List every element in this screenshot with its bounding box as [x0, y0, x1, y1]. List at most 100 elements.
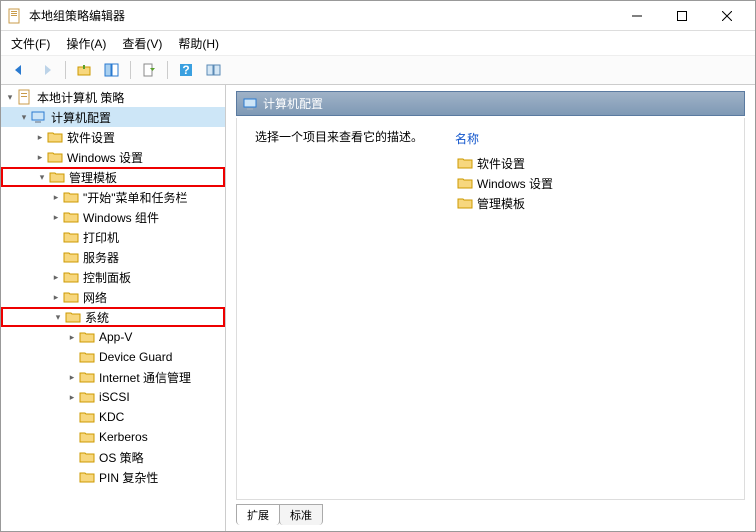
- tree-software-settings[interactable]: ▸ 软件设置: [1, 127, 225, 147]
- folder-icon: [79, 369, 95, 385]
- menu-action[interactable]: 操作(A): [58, 33, 114, 54]
- folder-icon: [49, 169, 65, 185]
- tree-kerberos[interactable]: Kerberos: [1, 427, 225, 447]
- tree-internet-comm[interactable]: ▸ Internet 通信管理: [1, 367, 225, 387]
- folder-icon: [79, 429, 95, 445]
- tree-windows-components[interactable]: ▸ Windows 组件: [1, 207, 225, 227]
- menu-file[interactable]: 文件(F): [3, 33, 58, 54]
- maximize-button[interactable]: [659, 1, 704, 31]
- tree-appv[interactable]: ▸ App-V: [1, 327, 225, 347]
- chevron-right-icon[interactable]: ▸: [65, 390, 79, 404]
- tree-label: PIN 复杂性: [99, 469, 158, 486]
- menu-view[interactable]: 查看(V): [114, 33, 170, 54]
- list-item-label: 软件设置: [477, 155, 525, 172]
- toolbar-separator: [130, 61, 131, 79]
- list-item[interactable]: 软件设置: [455, 153, 726, 173]
- chevron-right-icon[interactable]: ▸: [65, 370, 79, 384]
- chevron-right-icon[interactable]: ▸: [49, 210, 63, 224]
- toolbar-separator: [167, 61, 168, 79]
- tree-label: 服务器: [83, 249, 119, 266]
- list-item[interactable]: 管理模板: [455, 193, 726, 213]
- chevron-down-icon[interactable]: ▾: [3, 90, 17, 104]
- forward-button[interactable]: [35, 58, 59, 82]
- help-button[interactable]: ?: [174, 58, 198, 82]
- folder-icon: [63, 229, 79, 245]
- folder-icon: [79, 389, 95, 405]
- folder-icon: [63, 209, 79, 225]
- tree-printers[interactable]: 打印机: [1, 227, 225, 247]
- tree-pane[interactable]: ▾ 本地计算机 策略 ▾ 计算机配置 ▸ 软件设置: [1, 85, 226, 531]
- chevron-down-icon[interactable]: ▾: [51, 310, 65, 324]
- column-name[interactable]: 名称: [455, 128, 726, 153]
- chevron-right-icon[interactable]: ▸: [33, 150, 47, 164]
- tree-servers[interactable]: 服务器: [1, 247, 225, 267]
- tree-iscsi[interactable]: ▸ iSCSI: [1, 387, 225, 407]
- computer-icon: [243, 96, 259, 112]
- chevron-right-icon[interactable]: ▸: [49, 270, 63, 284]
- minimize-button[interactable]: [614, 1, 659, 31]
- expander-none: [65, 450, 79, 464]
- chevron-down-icon[interactable]: ▾: [35, 170, 49, 184]
- expander-none: [65, 470, 79, 484]
- tree-label: iSCSI: [99, 390, 130, 404]
- tree-system[interactable]: ▾ 系统: [1, 307, 225, 327]
- tree-label: Device Guard: [99, 350, 172, 364]
- tree-start-taskbar[interactable]: ▸ "开始"菜单和任务栏: [1, 187, 225, 207]
- tree-label: 打印机: [83, 229, 119, 246]
- up-button[interactable]: [72, 58, 96, 82]
- folder-icon: [47, 129, 63, 145]
- close-button[interactable]: [704, 1, 749, 31]
- tree-label: Internet 通信管理: [99, 369, 191, 386]
- computer-icon: [31, 109, 47, 125]
- tree-label: 控制面板: [83, 269, 131, 286]
- folder-icon: [79, 329, 95, 345]
- content-path-text: 计算机配置: [263, 95, 323, 112]
- folder-icon: [63, 189, 79, 205]
- folder-icon: [457, 175, 473, 191]
- tree-os-policy[interactable]: OS 策略: [1, 447, 225, 467]
- folder-icon: [79, 349, 95, 365]
- tree-kdc[interactable]: KDC: [1, 407, 225, 427]
- export-button[interactable]: [137, 58, 161, 82]
- folder-icon: [63, 249, 79, 265]
- tree-label: KDC: [99, 410, 124, 424]
- tree-label: Windows 设置: [67, 149, 143, 166]
- tree-label: 软件设置: [67, 129, 115, 146]
- expander-none: [65, 350, 79, 364]
- folder-icon: [79, 449, 95, 465]
- content-path-header: 计算机配置: [236, 91, 745, 116]
- expander-none: [49, 230, 63, 244]
- tree-admin-templates[interactable]: ▾ 管理模板: [1, 167, 225, 187]
- tree-pin-complexity[interactable]: PIN 复杂性: [1, 467, 225, 487]
- chevron-down-icon[interactable]: ▾: [17, 110, 31, 124]
- tree-label: 网络: [83, 289, 107, 306]
- tree-root[interactable]: ▾ 本地计算机 策略: [1, 87, 225, 107]
- tree-network[interactable]: ▸ 网络: [1, 287, 225, 307]
- expander-none: [65, 430, 79, 444]
- chevron-right-icon[interactable]: ▸: [33, 130, 47, 144]
- filter-button[interactable]: [202, 58, 226, 82]
- chevron-right-icon[interactable]: ▸: [65, 330, 79, 344]
- tree-label: Kerberos: [99, 430, 148, 444]
- show-hide-button[interactable]: [100, 58, 124, 82]
- folder-icon: [457, 195, 473, 211]
- tree-control-panel[interactable]: ▸ 控制面板: [1, 267, 225, 287]
- content-pane: 计算机配置 选择一个项目来查看它的描述。 名称 软件设置 Windows 设置 …: [226, 85, 755, 531]
- tree-label: App-V: [99, 330, 132, 344]
- chevron-right-icon[interactable]: ▸: [49, 290, 63, 304]
- tree-device-guard[interactable]: Device Guard: [1, 347, 225, 367]
- tab-standard[interactable]: 标准: [279, 504, 323, 525]
- folder-icon: [457, 155, 473, 171]
- title-bar: 本地组策略编辑器: [1, 1, 755, 31]
- toolbar-separator: [65, 61, 66, 79]
- tree-computer-config[interactable]: ▾ 计算机配置: [1, 107, 225, 127]
- document-icon: [17, 89, 33, 105]
- tree-windows-settings[interactable]: ▸ Windows 设置: [1, 147, 225, 167]
- list-item[interactable]: Windows 设置: [455, 173, 726, 193]
- back-button[interactable]: [7, 58, 31, 82]
- chevron-right-icon[interactable]: ▸: [49, 190, 63, 204]
- tab-extended[interactable]: 扩展: [236, 504, 280, 525]
- folder-icon: [79, 469, 95, 485]
- svg-text:?: ?: [182, 63, 189, 77]
- menu-help[interactable]: 帮助(H): [170, 33, 227, 54]
